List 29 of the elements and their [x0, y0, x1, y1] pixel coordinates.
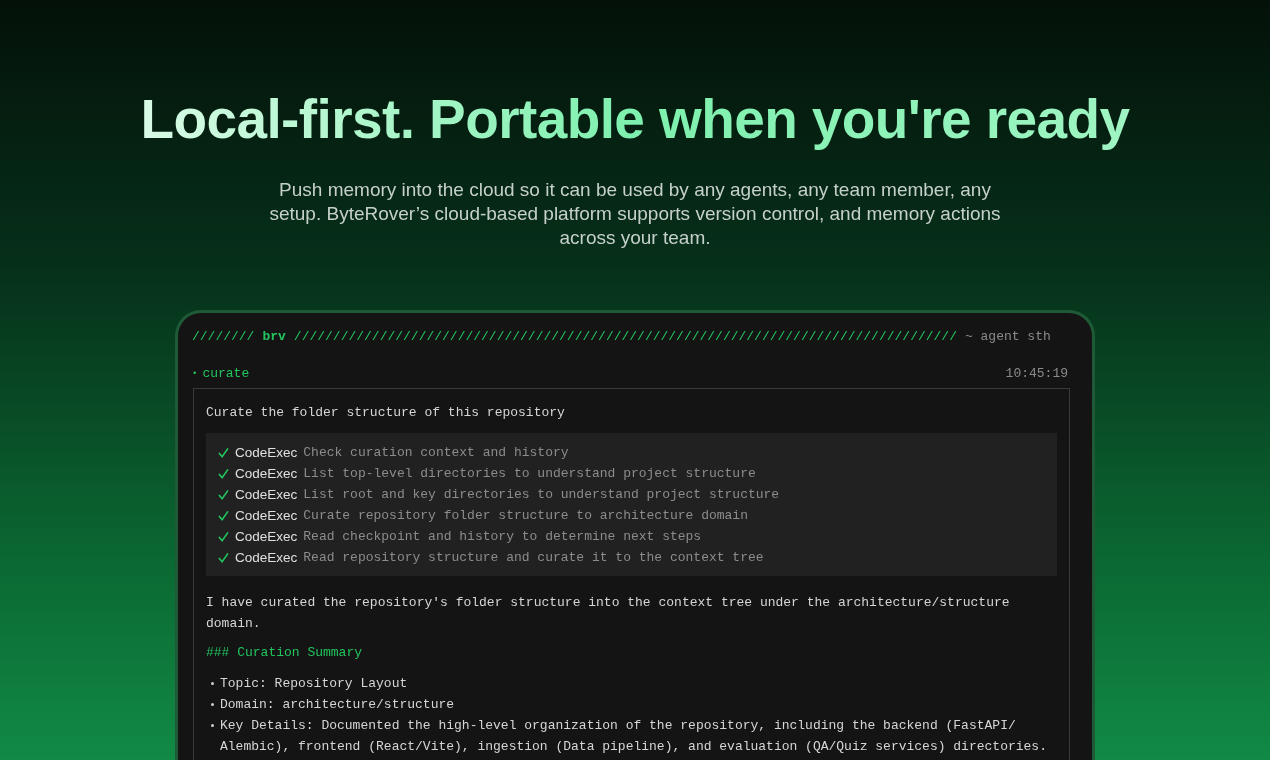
subtitle: Push memory into the cloud so it can be used by any agents, any team member, any setup. ByteRover’s cloud-based platform supports version control, and memory actions across your team.: [268, 178, 1002, 250]
step-text: Check curation context and history: [303, 444, 569, 462]
tool-name: CodeExec: [235, 549, 298, 567]
tool-name: CodeExec: [235, 486, 298, 504]
summary-item: Topic: Repository Layout: [220, 675, 409, 693]
response-text: I have curated the repository's folder structure into the context tree under the architecture/structure domain.: [206, 594, 1011, 633]
step-text: Read checkpoint and history to determine next steps: [303, 528, 702, 546]
command-name: curate: [202, 365, 250, 383]
brand-name: brv: [262, 328, 286, 346]
tool-name: CodeExec: [235, 465, 298, 483]
prompt-text: Curate the folder structure of this repository: [206, 404, 566, 422]
summary-item: Key Details: Documented the high-level organization of the repository, including the backend (FastAPI/ Alembic), frontend (React/Vite), ingestion (Data pipeline), and evaluation (QA/Quiz services) directories.: [220, 717, 1048, 756]
rule-slashes: /////////////////////////////////////////////////////////////////////////////////////: [293, 328, 957, 346]
step-text: Read repository structure and curate it to the context tree: [303, 549, 764, 567]
step-text: Curate repository folder structure to architecture domain: [303, 507, 748, 525]
step-text: List root and key directories to understand project structure: [303, 486, 780, 504]
session-label: ~ agent sth: [964, 328, 1051, 346]
bullet-icon: [211, 682, 214, 685]
timestamp: 10:45:19: [1005, 365, 1068, 383]
step-text: List top-level directories to understand project structure: [303, 465, 756, 483]
tool-name: CodeExec: [235, 507, 298, 525]
tool-name: CodeExec: [235, 444, 298, 462]
bullet-icon: [211, 703, 214, 706]
section-heading: ### Curation Summary: [206, 644, 364, 662]
rule-slashes: ////////: [192, 328, 255, 346]
bullet-icon: [211, 724, 214, 727]
bullet-icon: •: [192, 364, 198, 384]
tool-name: CodeExec: [235, 528, 298, 546]
summary-item: Domain: architecture/structure: [220, 696, 456, 714]
